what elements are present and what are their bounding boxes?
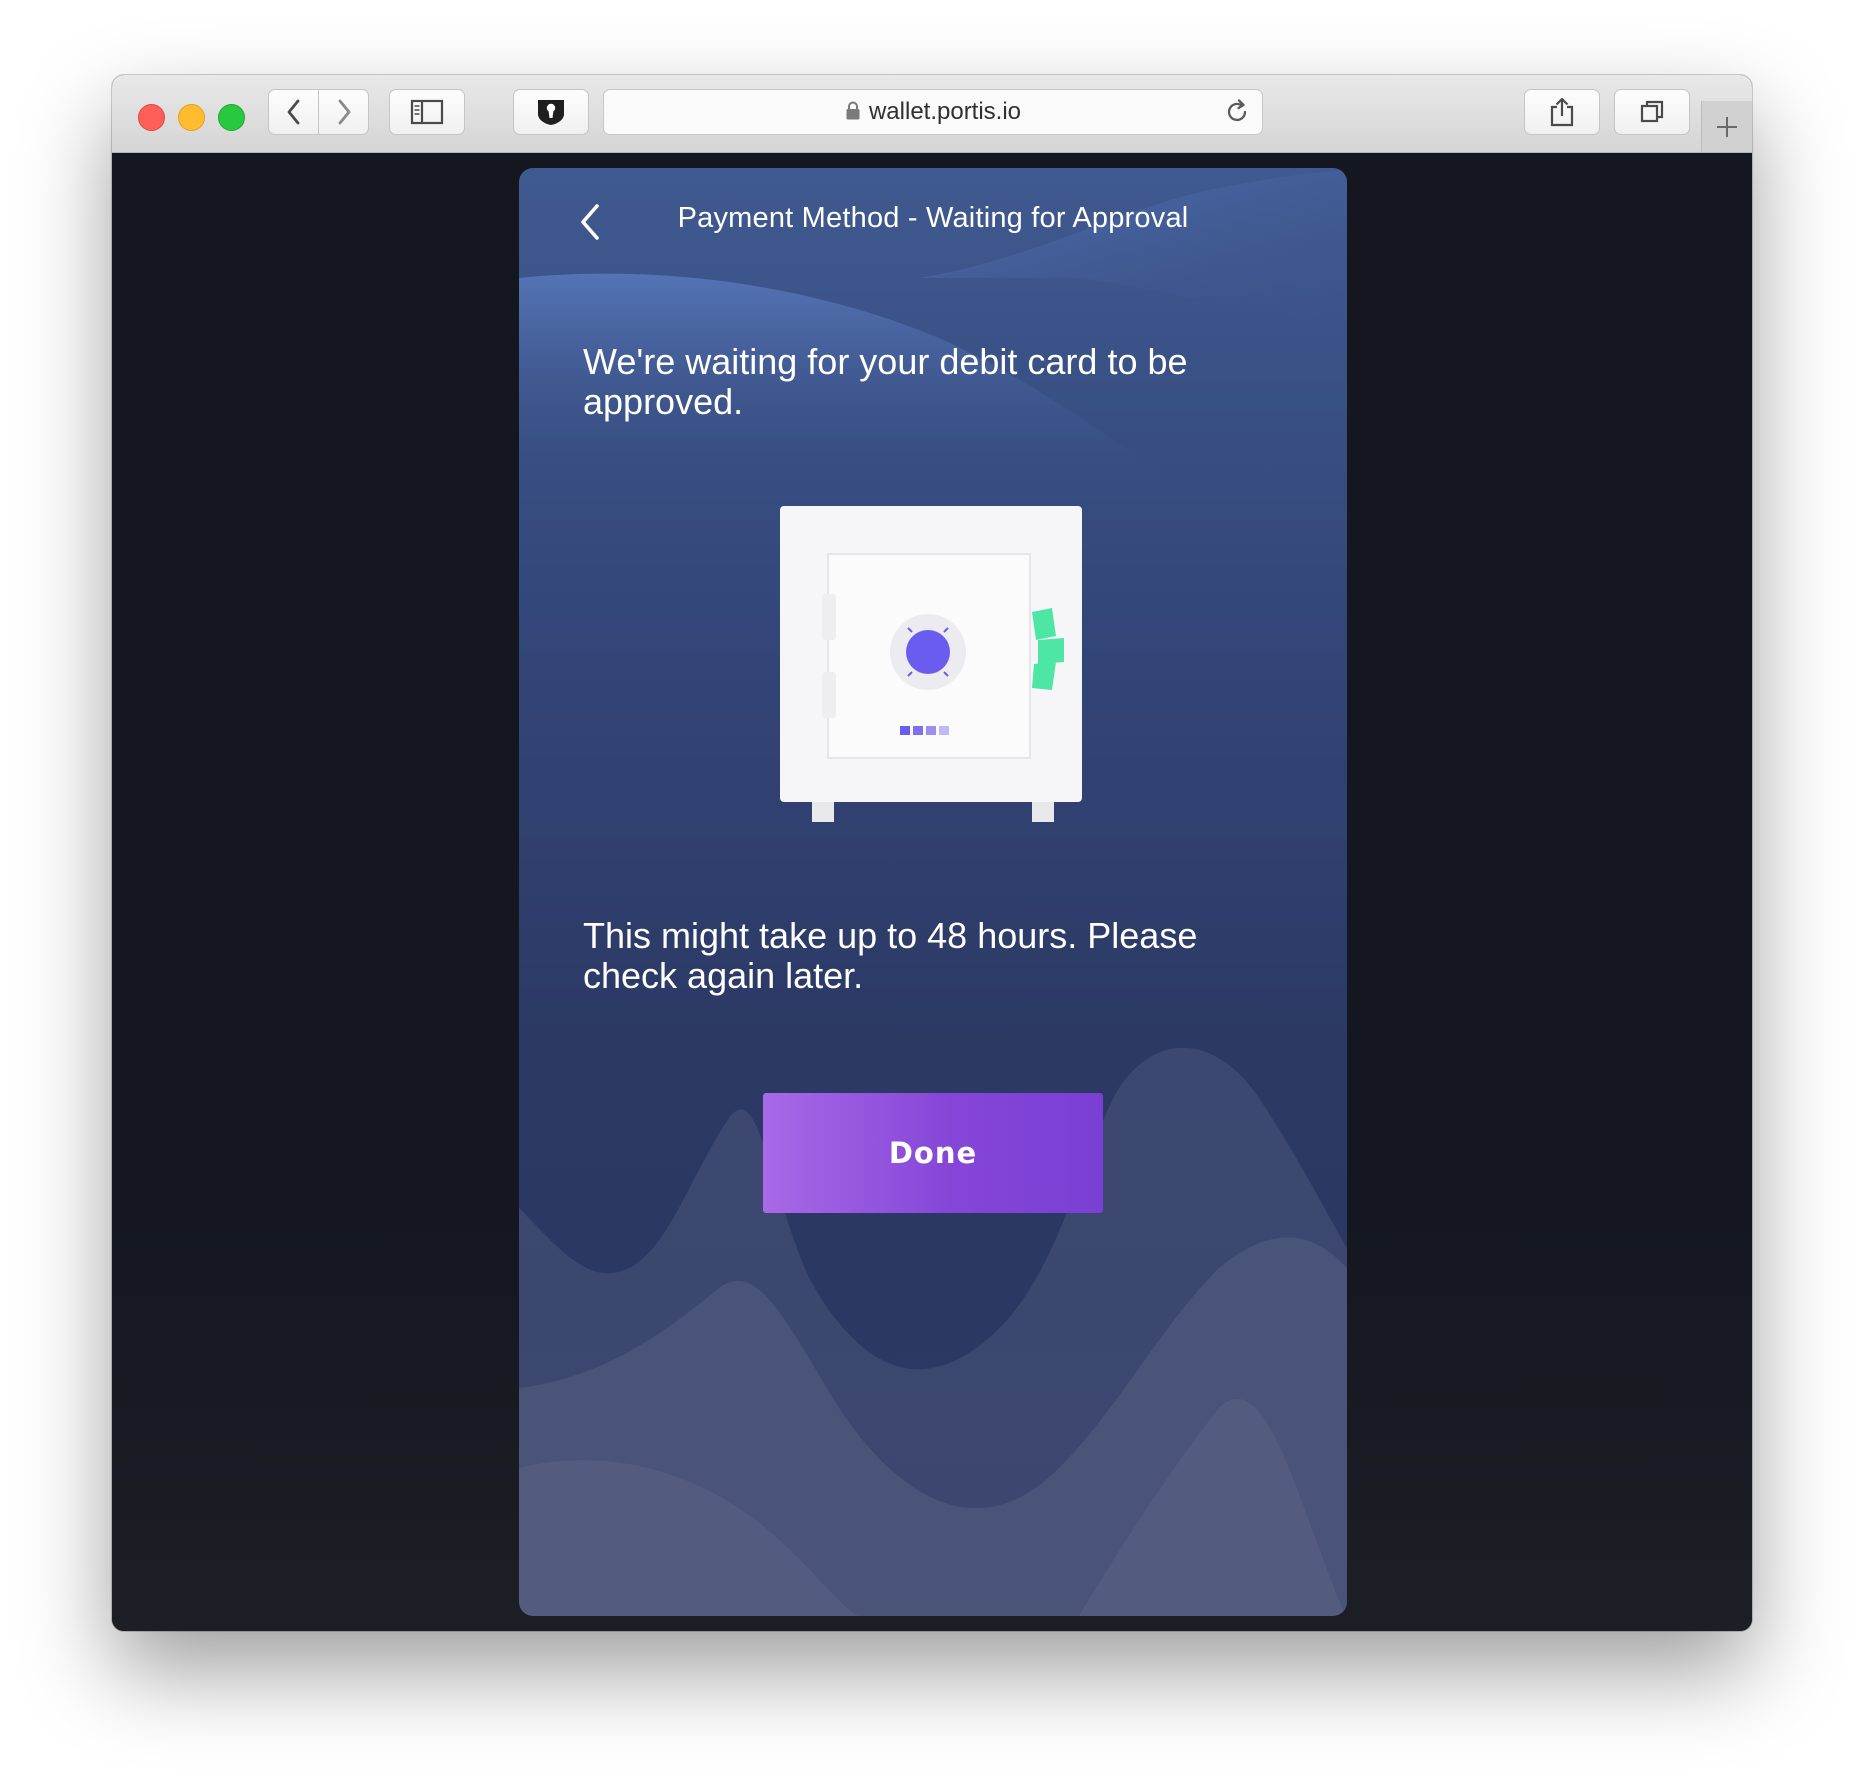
share-button[interactable] <box>1524 89 1600 135</box>
cash-note-3 <box>1032 662 1056 690</box>
share-icon <box>1550 97 1574 127</box>
safe-hinge-bottom <box>822 672 836 718</box>
address-url: wallet.portis.io <box>604 90 1262 134</box>
modal-header: Payment Method - Waiting for Approval <box>519 168 1347 278</box>
safe-hinge-top <box>822 594 836 640</box>
browser-back-button[interactable] <box>268 89 319 135</box>
plus-icon <box>1717 116 1737 137</box>
done-button[interactable]: Done <box>763 1093 1103 1213</box>
url-text: wallet.portis.io <box>868 98 1022 125</box>
tabs-icon <box>1640 100 1664 123</box>
browser-toolbar: wallet.portis.io <box>112 75 1752 153</box>
minimize-window-button[interactable] <box>178 104 205 131</box>
chevron-left-icon <box>287 99 299 125</box>
page-title: Payment Method - Waiting for Approval <box>677 202 1189 234</box>
close-window-button[interactable] <box>138 104 165 131</box>
waiting-message: We're waiting for your debit card to be … <box>583 341 1188 422</box>
wait-duration-message: This might take up to 48 hours. Please c… <box>583 915 1198 996</box>
keypad-dot-3 <box>926 726 936 735</box>
back-arrow-icon[interactable] <box>571 196 611 248</box>
sidebar-icon <box>410 99 444 125</box>
sidebar-toggle-button[interactable] <box>389 89 465 135</box>
dial <box>906 630 950 674</box>
history-nav <box>268 89 370 135</box>
cash-note-1 <box>1032 608 1056 640</box>
cash-note-2 <box>1038 638 1064 664</box>
payment-modal: Payment Method - Waiting for Approval We… <box>519 168 1347 1616</box>
browser-window: wallet.portis.io Payment Method - Waitin… <box>112 75 1752 1631</box>
tabs-overview-button[interactable] <box>1614 89 1690 135</box>
reload-icon[interactable] <box>1222 97 1252 127</box>
shield-keyhole-icon <box>538 100 564 125</box>
new-tab-button[interactable] <box>1701 101 1752 152</box>
keypad-dot-4 <box>939 726 949 735</box>
password-manager-button[interactable] <box>513 89 589 135</box>
safe-illustration <box>780 506 1082 822</box>
keypad-dot-2 <box>913 726 923 735</box>
page-viewport: Payment Method - Waiting for Approval We… <box>112 153 1752 1631</box>
browser-forward-button[interactable] <box>318 89 369 135</box>
lock-icon <box>846 101 860 120</box>
address-bar[interactable]: wallet.portis.io <box>603 89 1263 135</box>
chevron-right-icon <box>338 99 350 125</box>
maximize-window-button[interactable] <box>218 104 245 131</box>
keypad-dot-1 <box>900 726 910 735</box>
